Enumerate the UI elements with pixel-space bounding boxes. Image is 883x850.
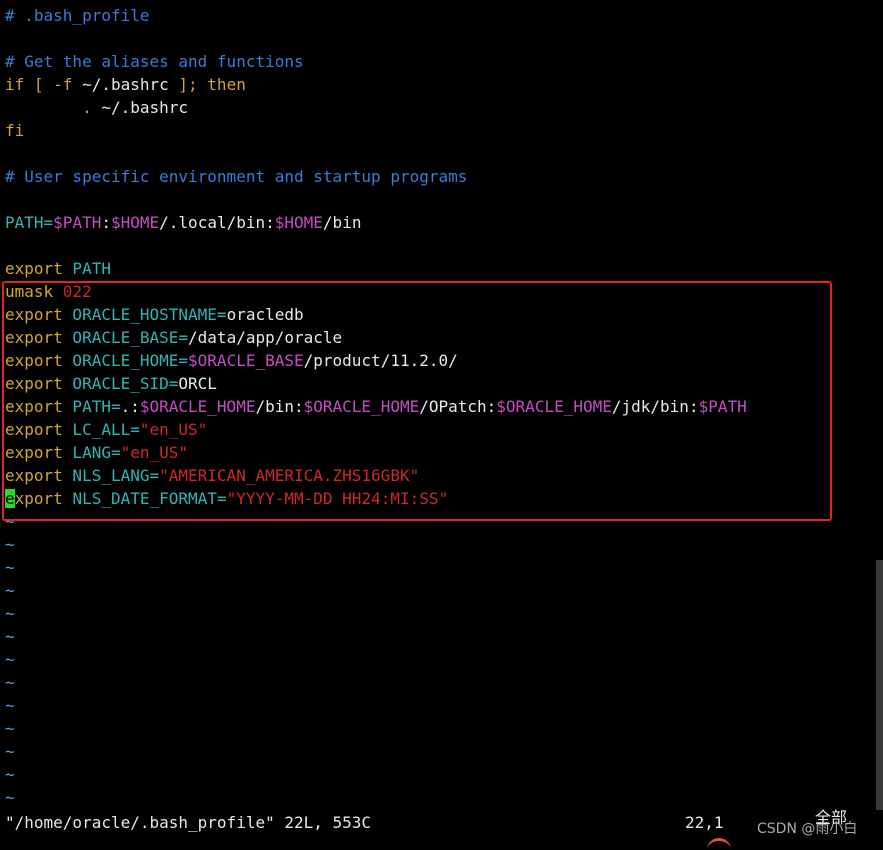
code-token: LANG= xyxy=(62,443,121,462)
code-token: $ORACLE_HOME xyxy=(139,397,256,416)
code-line[interactable]: . ~/.bashrc xyxy=(5,96,747,119)
code-token: NLS_LANG= xyxy=(62,466,160,485)
code-line[interactable]: PATH=$PATH:$HOME/.local/bin:$HOME/bin xyxy=(5,211,747,234)
code-token: if [ -f xyxy=(5,75,83,94)
empty-line-tilde: ~ xyxy=(5,696,15,715)
code-token: export xyxy=(5,374,63,393)
code-token: "en_US" xyxy=(139,420,208,439)
code-line[interactable]: umask 022 xyxy=(5,280,747,303)
code-line[interactable]: export PATH xyxy=(5,257,747,280)
code-token: export xyxy=(5,443,63,462)
code-token: # .bash_profile xyxy=(5,6,150,25)
empty-line-tilde: ~ xyxy=(5,650,15,669)
code-token: /bin xyxy=(322,213,362,232)
code-token: NLS_DATE_FORMAT= xyxy=(62,489,227,508)
code-token: # Get the aliases and functions xyxy=(5,52,304,71)
terminal-window[interactable]: # .bash_profile # Get the aliases and fun… xyxy=(0,0,883,847)
code-token: $PATH xyxy=(53,213,102,232)
code-token: "AMERICAN_AMERICA.ZHS16GBK" xyxy=(159,466,420,485)
empty-line-tilde: ~ xyxy=(5,719,15,738)
code-line[interactable] xyxy=(5,27,747,50)
code-line[interactable]: export LC_ALL="en_US" xyxy=(5,418,747,441)
code-token: oracledb xyxy=(226,305,304,324)
code-token: ORACLE_HOSTNAME= xyxy=(62,305,227,324)
code-token: $ORACLE_BASE xyxy=(188,351,304,370)
code-token: export xyxy=(5,259,63,278)
code-token: 022 xyxy=(53,282,92,301)
code-token: export xyxy=(5,328,63,347)
code-token: ~/.bashrc xyxy=(101,98,189,117)
text-cursor: e xyxy=(5,489,15,508)
code-line[interactable] xyxy=(5,142,747,165)
code-token: /OPatch: xyxy=(419,397,497,416)
code-token: /jdk/bin: xyxy=(611,397,699,416)
code-line[interactable]: export NLS_DATE_FORMAT="YYYY-MM-DD HH24:… xyxy=(5,487,747,510)
code-token: export xyxy=(5,397,63,416)
empty-line-tilde: ~ xyxy=(5,765,15,784)
code-line[interactable]: export ORACLE_HOSTNAME=oracledb xyxy=(5,303,747,326)
code-line[interactable] xyxy=(5,188,747,211)
code-line[interactable]: # .bash_profile xyxy=(5,4,747,27)
code-token: . xyxy=(5,98,102,117)
annotation-arrow-mark xyxy=(707,838,731,850)
code-line[interactable]: export PATH=.:$ORACLE_HOME/bin:$ORACLE_H… xyxy=(5,395,747,418)
code-token: ORACLE_BASE= xyxy=(62,328,189,347)
code-token: $HOME xyxy=(274,213,323,232)
code-token: PATH xyxy=(62,259,111,278)
code-token: ORACLE_SID= xyxy=(62,374,179,393)
code-token: $HOME xyxy=(110,213,160,232)
code-token: "YYYY-MM-DD HH24:MI:SS" xyxy=(226,489,449,508)
code-token: .: xyxy=(120,397,140,416)
code-line[interactable]: if [ -f ~/.bashrc ]; then xyxy=(5,73,747,96)
code-line[interactable]: # User specific environment and startup … xyxy=(5,165,747,188)
code-line[interactable]: # Get the aliases and functions xyxy=(5,50,747,73)
code-token: fi xyxy=(5,121,25,140)
empty-line-tilde: ~ xyxy=(5,742,15,761)
code-token: ORACLE_HOME= xyxy=(62,351,189,370)
empty-line-tilde: ~ xyxy=(5,788,15,807)
code-token: export xyxy=(5,305,63,324)
cursor-position: 22,1 xyxy=(685,813,724,832)
code-token: xport xyxy=(14,489,63,508)
code-token: /.local/bin: xyxy=(159,213,275,232)
empty-line-tilde: ~ xyxy=(5,558,15,577)
vim-buffer[interactable]: # .bash_profile # Get the aliases and fun… xyxy=(5,4,747,809)
code-token: "en_US" xyxy=(120,443,189,462)
code-token: LC_ALL= xyxy=(62,420,140,439)
scrollbar[interactable] xyxy=(876,560,883,810)
code-token: $PATH xyxy=(698,397,747,416)
code-line[interactable]: export ORACLE_BASE=/data/app/oracle xyxy=(5,326,747,349)
code-line[interactable]: fi xyxy=(5,119,747,142)
code-token: $ORACLE_HOME xyxy=(303,397,420,416)
status-file-info: "/home/oracle/.bash_profile" 22L, 553C xyxy=(5,813,372,832)
code-token: ORCL xyxy=(178,374,217,393)
code-line[interactable] xyxy=(5,234,747,257)
code-token: PATH= xyxy=(5,213,54,232)
code-line[interactable]: export NLS_LANG="AMERICAN_AMERICA.ZHS16G… xyxy=(5,464,747,487)
code-token: export xyxy=(5,351,63,370)
empty-line-tilde: ~ xyxy=(5,604,15,623)
code-token: /data/app/oracle xyxy=(188,328,343,347)
empty-line-tilde: ~ xyxy=(5,627,15,646)
code-token: ~/.bashrc xyxy=(82,75,169,94)
code-token: export xyxy=(5,466,63,485)
code-line[interactable]: export LANG="en_US" xyxy=(5,441,747,464)
empty-line-tilde: ~ xyxy=(5,535,15,554)
empty-line-tilde: ~ xyxy=(5,673,15,692)
code-token: $ORACLE_HOME xyxy=(496,397,612,416)
code-token: /bin: xyxy=(255,397,304,416)
code-token: : xyxy=(101,213,111,232)
code-token: export xyxy=(5,420,63,439)
code-token: umask xyxy=(5,282,54,301)
code-token: ]; then xyxy=(168,75,246,94)
code-line[interactable]: export ORACLE_SID=ORCL xyxy=(5,372,747,395)
empty-line-tilde: ~ xyxy=(5,581,15,600)
code-line[interactable]: export ORACLE_HOME=$ORACLE_BASE/product/… xyxy=(5,349,747,372)
code-token: /product/11.2.0/ xyxy=(303,351,458,370)
empty-line-tilde: ~ xyxy=(5,512,15,531)
code-token: # User specific environment and startup … xyxy=(5,167,468,186)
watermark: CSDN @雨小白 xyxy=(757,821,858,837)
code-token: PATH= xyxy=(62,397,121,416)
